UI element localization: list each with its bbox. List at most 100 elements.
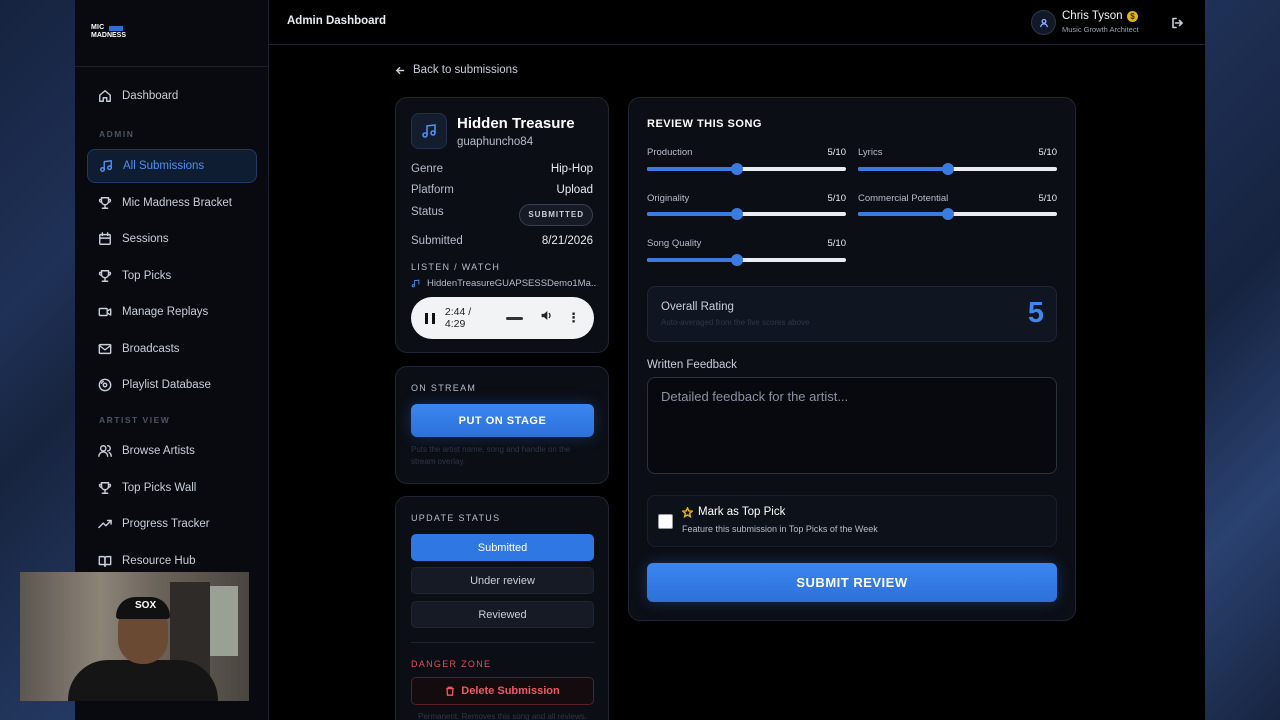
top-pick-title: Mark as Top Pick xyxy=(682,506,785,518)
song-quality-slider[interactable] xyxy=(647,254,846,266)
sidebar-item-manage-replays[interactable]: Manage Replays xyxy=(87,295,257,329)
file-link[interactable]: HiddenTreasureGUAPSESSDemo1Ma... xyxy=(411,278,596,289)
overall-rating-hint: Auto-averaged from the five scores above xyxy=(661,318,810,327)
song-artist: guaphuncho84 xyxy=(457,136,534,148)
sidebar-item-top-picks-wall[interactable]: Top Picks Wall xyxy=(87,471,257,505)
on-stream-label: ON STREAM xyxy=(411,383,477,393)
top-pick-option: Mark as Top Pick Feature this submission… xyxy=(647,495,1057,547)
more-options-icon[interactable]: ⋮ xyxy=(567,311,580,324)
commercial-potential-label: Commercial Potential xyxy=(858,193,949,204)
written-feedback-label: Written Feedback xyxy=(647,359,737,371)
slider-thumb[interactable] xyxy=(730,163,743,175)
avatar[interactable] xyxy=(1031,10,1056,35)
sidebar-divider xyxy=(75,66,269,67)
sidebar-item-label: All Submissions xyxy=(123,160,205,172)
status-badge: SUBMITTED xyxy=(519,204,593,226)
sidebar-item-progress-tracker[interactable]: Progress Tracker xyxy=(87,507,257,541)
song-title: Hidden Treasure xyxy=(457,115,575,132)
user-icon xyxy=(98,444,112,458)
status-submitted-button[interactable]: Submitted xyxy=(411,534,594,561)
trash-icon xyxy=(446,686,455,696)
webcam-person-body xyxy=(68,660,218,701)
sidebar-item-label: Browse Artists xyxy=(122,445,195,457)
genre-value: Hip-Hop xyxy=(550,163,593,175)
delete-submission-button[interactable]: Delete Submission xyxy=(411,677,594,705)
put-on-stage-button[interactable]: PUT ON STAGE xyxy=(411,404,594,437)
song-details-card: Hidden Treasure guaphuncho84 Genre Hip-H… xyxy=(395,97,609,353)
sidebar-item-playlist-database[interactable]: Playlist Database xyxy=(87,368,257,402)
home-icon xyxy=(98,89,112,103)
sidebar-item-label: Progress Tracker xyxy=(122,518,210,530)
trophy-icon xyxy=(98,481,112,495)
back-to-submissions-link[interactable]: Back to submissions xyxy=(395,64,518,76)
webcam-overlay: SOX xyxy=(20,572,249,701)
update-status-label: UPDATE STATUS xyxy=(411,513,501,523)
commercial-potential-slider[interactable] xyxy=(858,208,1057,220)
production-slider[interactable] xyxy=(647,163,846,175)
genre-label: Genre xyxy=(411,163,443,175)
mic-madness-logo[interactable]: MIC MADNESS xyxy=(91,24,127,43)
status-reviewed-button[interactable]: Reviewed xyxy=(411,601,594,628)
background-right xyxy=(1205,0,1280,720)
top-pick-label: Mark as Top Pick xyxy=(698,506,786,518)
sidebar-item-dashboard[interactable]: Dashboard xyxy=(87,79,257,113)
arrow-left-icon xyxy=(395,66,405,74)
overall-rating-label: Overall Rating xyxy=(661,301,734,313)
audio-time: 2:44 / 4:29 xyxy=(444,306,472,330)
volume-icon[interactable] xyxy=(540,309,553,327)
on-stream-card: ON STREAM PUT ON STAGE Puts the artist n… xyxy=(395,366,609,484)
back-link-label: Back to submissions xyxy=(413,64,518,76)
lyrics-label: Lyrics xyxy=(858,147,883,158)
section-label-artist-view: ARTIST VIEW xyxy=(99,415,171,425)
commercial-potential-value: 5/10 xyxy=(1038,193,1058,204)
top-header: Admin Dashboard Chris Tyson $ Music Grow… xyxy=(269,0,1205,45)
sidebar-item-browse-artists[interactable]: Browse Artists xyxy=(87,434,257,468)
mail-icon xyxy=(98,342,112,356)
song-quality-label: Song Quality xyxy=(647,238,702,249)
slider-thumb[interactable] xyxy=(730,208,743,220)
sidebar-item-label: Top Picks xyxy=(122,270,172,282)
originality-slider[interactable] xyxy=(647,208,846,220)
sidebar-item-top-picks[interactable]: Top Picks xyxy=(87,259,257,293)
danger-hint: Permanent. Removes this song and all rev… xyxy=(418,712,587,720)
disc-icon xyxy=(98,378,112,392)
on-stream-hint: Puts the artist name, song and handle on… xyxy=(411,445,571,466)
update-status-card: UPDATE STATUS Submitted Under review Rev… xyxy=(395,496,609,720)
status-under-review-button[interactable]: Under review xyxy=(411,567,594,594)
music-note-icon xyxy=(411,279,420,288)
sidebar-item-all-submissions[interactable]: All Submissions xyxy=(87,149,257,183)
webcam-cap: SOX xyxy=(116,597,170,619)
slider-thumb[interactable] xyxy=(941,163,954,175)
audio-progress[interactable] xyxy=(506,316,523,320)
gold-coin-icon: $ xyxy=(1127,11,1138,22)
sidebar-item-label: Dashboard xyxy=(122,90,179,102)
lyrics-slider[interactable] xyxy=(858,163,1057,175)
book-icon xyxy=(98,554,112,568)
top-pick-checkbox[interactable] xyxy=(658,514,673,529)
lyrics-value: 5/10 xyxy=(1038,147,1058,158)
platform-value: Upload xyxy=(556,184,593,196)
feedback-textarea[interactable]: Detailed feedback for the artist... xyxy=(647,377,1057,474)
song-quality-value: 5/10 xyxy=(827,238,847,249)
sidebar-item-sessions[interactable]: Sessions xyxy=(87,222,257,256)
user-icon xyxy=(1039,18,1048,27)
pause-button[interactable] xyxy=(425,312,435,324)
logout-button[interactable] xyxy=(1171,16,1183,29)
submitted-date: 8/21/2026 xyxy=(541,235,593,247)
top-pick-description: Feature this submission in Top Picks of … xyxy=(682,524,878,534)
production-value: 5/10 xyxy=(827,147,847,158)
slider-thumb[interactable] xyxy=(941,208,954,220)
production-label: Production xyxy=(647,147,693,158)
star-icon xyxy=(682,506,693,518)
review-title: REVIEW THIS SONG xyxy=(647,118,762,130)
sidebar-item-label: Playlist Database xyxy=(122,379,211,391)
originality-value: 5/10 xyxy=(827,193,847,204)
submit-review-button[interactable]: SUBMIT REVIEW xyxy=(647,563,1057,602)
sidebar-item-label: Mic Madness Bracket xyxy=(122,197,232,209)
logo-line-2: MADNESS xyxy=(91,32,127,39)
page-title: Admin Dashboard xyxy=(287,15,387,27)
sidebar-item-mic-madness-bracket[interactable]: Mic Madness Bracket xyxy=(87,186,257,220)
sidebar-item-broadcasts[interactable]: Broadcasts xyxy=(87,332,257,366)
slider-thumb[interactable] xyxy=(730,254,743,266)
logout-icon xyxy=(1172,17,1183,29)
